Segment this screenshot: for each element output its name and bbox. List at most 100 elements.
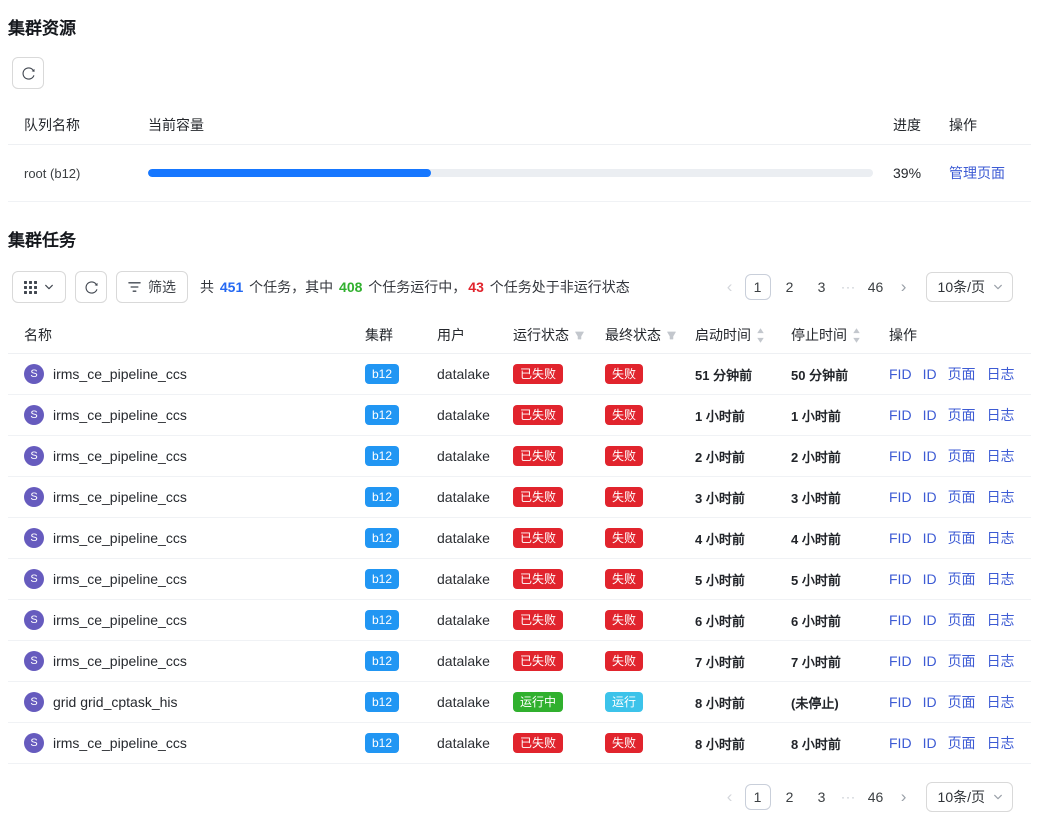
run-status-badge: 已失败 bbox=[513, 733, 563, 753]
log-link[interactable]: 日志 bbox=[987, 694, 1015, 710]
prev-page-button[interactable]: ‹ bbox=[718, 784, 742, 810]
sort-icon[interactable] bbox=[852, 328, 861, 343]
page-button-3[interactable]: 3 bbox=[809, 784, 835, 810]
final-status-badge: 失败 bbox=[605, 528, 643, 548]
id-link[interactable]: ID bbox=[923, 366, 937, 382]
next-page-button[interactable]: › bbox=[892, 274, 916, 300]
prev-page-button[interactable]: ‹ bbox=[718, 274, 742, 300]
fid-link[interactable]: FID bbox=[889, 530, 912, 546]
page-button-1[interactable]: 1 bbox=[745, 784, 771, 810]
id-link[interactable]: ID bbox=[923, 448, 937, 464]
page-link[interactable]: 页面 bbox=[948, 407, 976, 423]
run-status-badge: 已失败 bbox=[513, 651, 563, 671]
page-link[interactable]: 页面 bbox=[948, 612, 976, 628]
avatar: S bbox=[24, 651, 44, 671]
cluster-badge: b12 bbox=[365, 364, 399, 384]
fid-link[interactable]: FID bbox=[889, 571, 912, 587]
fid-link[interactable]: FID bbox=[889, 407, 912, 423]
page-link[interactable]: 页面 bbox=[948, 448, 976, 464]
not-running-count: 43 bbox=[468, 279, 484, 295]
next-page-button[interactable]: › bbox=[892, 784, 916, 810]
column-header-actions: 操作 bbox=[883, 325, 1031, 345]
page-link[interactable]: 页面 bbox=[948, 653, 976, 669]
column-header-stop-time[interactable]: 停止时间 bbox=[785, 325, 883, 345]
task-name: irms_ce_pipeline_ccs bbox=[53, 571, 187, 587]
page-size-value: 10条/页 bbox=[938, 277, 985, 297]
log-link[interactable]: 日志 bbox=[987, 571, 1015, 587]
run-status-badge: 已失败 bbox=[513, 405, 563, 425]
id-link[interactable]: ID bbox=[923, 530, 937, 546]
column-header-progress: 进度 bbox=[887, 115, 943, 135]
filter-funnel-icon[interactable] bbox=[666, 330, 677, 341]
column-settings-button[interactable] bbox=[12, 271, 66, 303]
page-ellipsis[interactable]: ··· bbox=[838, 790, 860, 804]
id-link[interactable]: ID bbox=[923, 612, 937, 628]
page-button-3[interactable]: 3 bbox=[809, 274, 835, 300]
fid-link[interactable]: FID bbox=[889, 653, 912, 669]
page-button-2[interactable]: 2 bbox=[777, 784, 803, 810]
filter-button[interactable]: 筛选 bbox=[116, 271, 188, 303]
stop-time: (未停止) bbox=[785, 693, 883, 712]
final-status-badge: 运行 bbox=[605, 692, 643, 712]
id-link[interactable]: ID bbox=[923, 571, 937, 587]
filter-funnel-icon[interactable] bbox=[574, 330, 585, 341]
fid-link[interactable]: FID bbox=[889, 489, 912, 505]
column-header-final-status[interactable]: 最终状态 bbox=[599, 325, 689, 345]
page-link[interactable]: 页面 bbox=[948, 366, 976, 382]
column-header-user: 用户 bbox=[431, 325, 507, 345]
avatar: S bbox=[24, 610, 44, 630]
id-link[interactable]: ID bbox=[923, 653, 937, 669]
start-time: 5 小时前 bbox=[689, 570, 785, 589]
fid-link[interactable]: FID bbox=[889, 448, 912, 464]
page-link[interactable]: 页面 bbox=[948, 489, 976, 505]
tasks-refresh-button[interactable] bbox=[75, 271, 107, 303]
page-button-1[interactable]: 1 bbox=[745, 274, 771, 300]
page-link[interactable]: 页面 bbox=[948, 571, 976, 587]
id-link[interactable]: ID bbox=[923, 489, 937, 505]
page-link[interactable]: 页面 bbox=[948, 735, 976, 751]
log-link[interactable]: 日志 bbox=[987, 489, 1015, 505]
grid-icon bbox=[24, 281, 37, 294]
id-link[interactable]: ID bbox=[923, 735, 937, 751]
page-link[interactable]: 页面 bbox=[948, 694, 976, 710]
avatar: S bbox=[24, 364, 44, 384]
page-button-46[interactable]: 46 bbox=[863, 784, 889, 810]
cluster-badge: b12 bbox=[365, 651, 399, 671]
final-status-badge: 失败 bbox=[605, 610, 643, 630]
id-link[interactable]: ID bbox=[923, 407, 937, 423]
final-status-badge: 失败 bbox=[605, 405, 643, 425]
log-link[interactable]: 日志 bbox=[987, 407, 1015, 423]
column-header-run-status[interactable]: 运行状态 bbox=[507, 325, 599, 345]
fid-link[interactable]: FID bbox=[889, 694, 912, 710]
page-button-46[interactable]: 46 bbox=[863, 274, 889, 300]
log-link[interactable]: 日志 bbox=[987, 366, 1015, 382]
log-link[interactable]: 日志 bbox=[987, 448, 1015, 464]
column-header-start-time[interactable]: 启动时间 bbox=[689, 325, 785, 345]
log-link[interactable]: 日志 bbox=[987, 530, 1015, 546]
start-time: 7 小时前 bbox=[689, 652, 785, 671]
filter-lines-icon bbox=[128, 281, 141, 293]
page-size-select[interactable]: 10条/页 bbox=[926, 272, 1013, 302]
bottom-pagination-bar: ‹ 1 2 3 ··· 46 › 10条/页 bbox=[0, 782, 1013, 812]
page-button-2[interactable]: 2 bbox=[777, 274, 803, 300]
column-header-actions: 操作 bbox=[943, 115, 1031, 135]
avatar: S bbox=[24, 405, 44, 425]
log-link[interactable]: 日志 bbox=[987, 735, 1015, 751]
log-link[interactable]: 日志 bbox=[987, 653, 1015, 669]
sort-icon[interactable] bbox=[756, 328, 765, 343]
start-time: 2 小时前 bbox=[689, 447, 785, 466]
queue-name: root (b12) bbox=[8, 166, 148, 181]
column-header-queue: 队列名称 bbox=[8, 115, 148, 135]
page-size-select[interactable]: 10条/页 bbox=[926, 782, 1013, 812]
manage-page-link[interactable]: 管理页面 bbox=[949, 165, 1005, 181]
fid-link[interactable]: FID bbox=[889, 735, 912, 751]
fid-link[interactable]: FID bbox=[889, 366, 912, 382]
final-status-badge: 失败 bbox=[605, 446, 643, 466]
resources-refresh-button[interactable] bbox=[12, 57, 44, 89]
id-link[interactable]: ID bbox=[923, 694, 937, 710]
page-ellipsis[interactable]: ··· bbox=[838, 280, 860, 294]
page-link[interactable]: 页面 bbox=[948, 530, 976, 546]
run-status-badge: 已失败 bbox=[513, 569, 563, 589]
log-link[interactable]: 日志 bbox=[987, 612, 1015, 628]
fid-link[interactable]: FID bbox=[889, 612, 912, 628]
